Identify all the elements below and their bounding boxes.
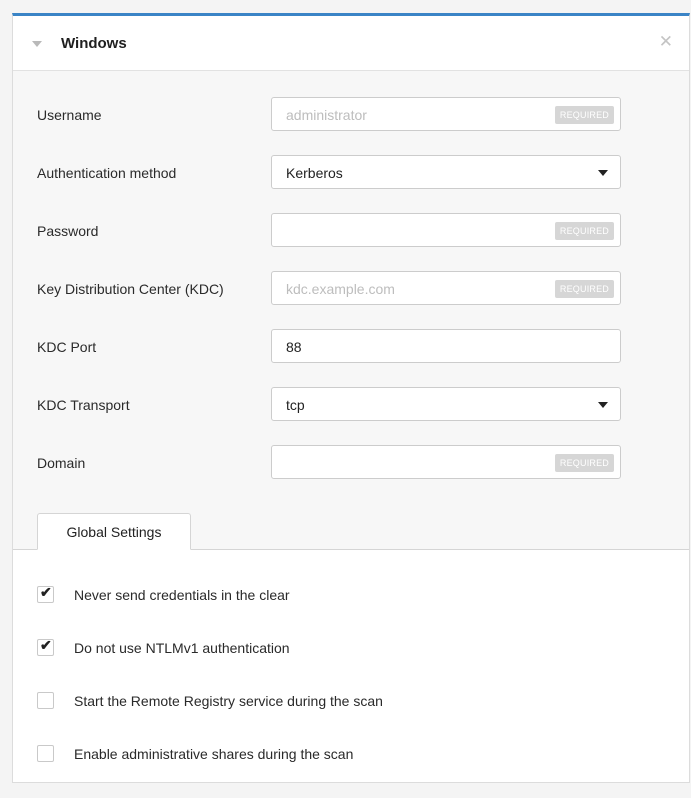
kdc-port-input[interactable]: 88 [271, 329, 621, 363]
kdc-port-row: KDC Port 88 [13, 329, 689, 365]
checkbox-remote-registry[interactable] [37, 692, 54, 709]
setting-never-send-clear: ✔ Never send credentials in the clear [13, 584, 689, 608]
settings-tab-strip: Global Settings [13, 512, 689, 550]
checkmark-icon: ✔ [40, 584, 52, 600]
username-row: Username administrator REQUIRED [13, 97, 689, 133]
kdc-transport-row: KDC Transport tcp [13, 387, 689, 423]
setting-label: Enable administrative shares during the … [74, 746, 354, 762]
close-icon[interactable]: ✕ [659, 33, 673, 50]
checkbox-admin-shares[interactable] [37, 745, 54, 762]
windows-credentials-panel: Windows ✕ Username administrator REQUIRE… [12, 13, 690, 783]
panel-header[interactable]: Windows ✕ [13, 16, 689, 71]
setting-label: Never send credentials in the clear [74, 587, 290, 603]
setting-no-ntlmv1: ✔ Do not use NTLMv1 authentication [13, 637, 689, 661]
kdc-transport-select[interactable]: tcp [271, 387, 621, 421]
password-label: Password [37, 223, 99, 239]
password-row: Password REQUIRED [13, 213, 689, 249]
auth-method-label: Authentication method [37, 165, 177, 181]
domain-label: Domain [37, 455, 86, 471]
domain-input[interactable]: REQUIRED [271, 445, 621, 479]
chevron-down-icon [598, 170, 608, 176]
setting-label: Do not use NTLMv1 authentication [74, 640, 290, 656]
tab-global-settings-label: Global Settings [66, 524, 162, 540]
chevron-down-icon [598, 402, 608, 408]
domain-row: Domain REQUIRED [13, 445, 689, 481]
setting-admin-shares: Enable administrative shares during the … [13, 743, 689, 767]
kdc-placeholder: kdc.example.com [286, 281, 395, 297]
kdc-label: Key Distribution Center (KDC) [37, 281, 224, 297]
kdc-port-value: 88 [286, 339, 302, 355]
checkbox-no-ntlmv1[interactable]: ✔ [37, 637, 54, 656]
kdc-port-label: KDC Port [37, 339, 97, 355]
kdc-transport-value: tcp [286, 397, 305, 413]
password-input[interactable]: REQUIRED [271, 213, 621, 247]
collapse-caret-icon[interactable] [32, 41, 42, 47]
checkmark-icon: ✔ [40, 637, 52, 653]
username-input[interactable]: administrator REQUIRED [271, 97, 621, 131]
kdc-transport-label: KDC Transport [37, 397, 130, 413]
required-badge: REQUIRED [554, 106, 614, 124]
username-placeholder: administrator [286, 107, 367, 123]
required-badge: REQUIRED [554, 280, 614, 298]
tab-global-settings[interactable]: Global Settings [37, 513, 191, 550]
credentials-form: Username administrator REQUIRED Authenti… [13, 71, 689, 550]
required-badge: REQUIRED [554, 222, 614, 240]
username-label: Username [37, 107, 102, 123]
kdc-input[interactable]: kdc.example.com REQUIRED [271, 271, 621, 305]
auth-method-value: Kerberos [286, 165, 343, 181]
setting-label: Start the Remote Registry service during… [74, 693, 383, 709]
auth-method-select[interactable]: Kerberos [271, 155, 621, 189]
setting-remote-registry: Start the Remote Registry service during… [13, 690, 689, 714]
panel-title: Windows [61, 35, 127, 52]
required-badge: REQUIRED [554, 454, 614, 472]
kdc-row: Key Distribution Center (KDC) kdc.exampl… [13, 271, 689, 307]
auth-method-row: Authentication method Kerberos [13, 155, 689, 191]
checkbox-never-send-clear[interactable]: ✔ [37, 584, 54, 603]
